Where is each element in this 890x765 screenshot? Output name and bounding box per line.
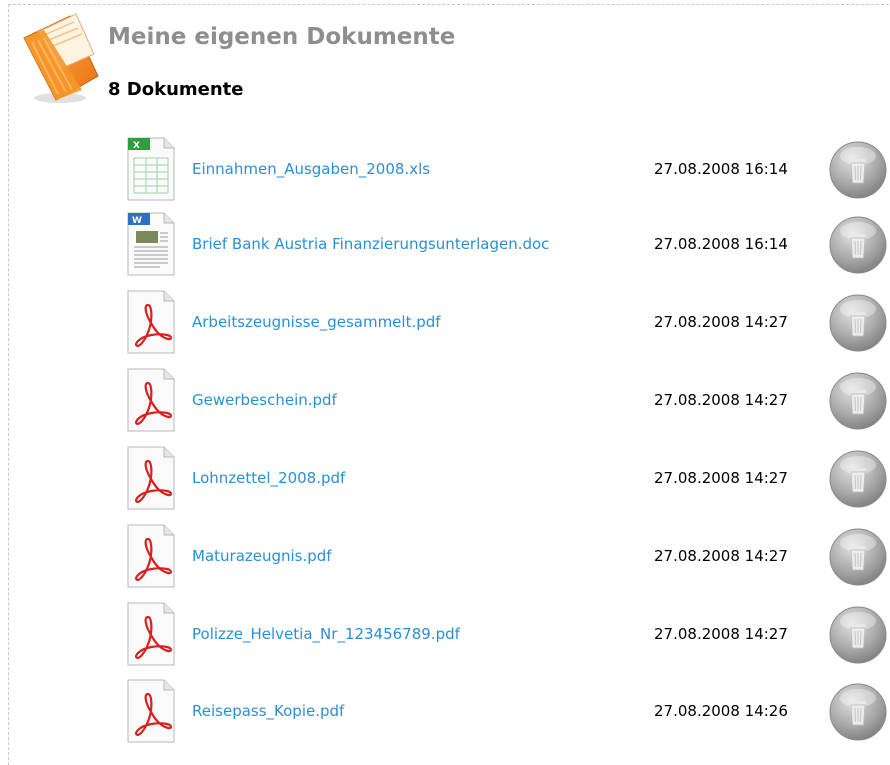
list-item: Lohnzettel_2008.pdf 27.08.2008 14:27 bbox=[0, 445, 890, 511]
list-item: Polizze_Helvetia_Nr_123456789.pdf 27.08.… bbox=[0, 601, 890, 667]
document-link[interactable]: Gewerbeschein.pdf bbox=[192, 391, 337, 409]
document-link[interactable]: Arbeitszeugnisse_gesammelt.pdf bbox=[192, 313, 441, 331]
document-link[interactable]: Reisepass_Kopie.pdf bbox=[192, 702, 344, 720]
delete-button[interactable] bbox=[828, 449, 888, 509]
document-link[interactable]: Maturazeugnis.pdf bbox=[192, 547, 332, 565]
document-date: 27.08.2008 14:27 bbox=[654, 391, 788, 409]
list-item: Maturazeugnis.pdf 27.08.2008 14:27 bbox=[0, 523, 890, 589]
list-item: Reisepass_Kopie.pdf 27.08.2008 14:26 bbox=[0, 678, 890, 744]
list-item: Arbeitszeugnisse_gesammelt.pdf 27.08.200… bbox=[0, 289, 890, 355]
delete-button[interactable] bbox=[828, 371, 888, 431]
document-link[interactable]: Lohnzettel_2008.pdf bbox=[192, 469, 345, 487]
pdf-file-icon bbox=[124, 289, 178, 355]
delete-button[interactable] bbox=[828, 682, 888, 742]
document-link[interactable]: Polizze_Helvetia_Nr_123456789.pdf bbox=[192, 625, 460, 643]
delete-button[interactable] bbox=[828, 605, 888, 665]
list-item: W Brief Bank Austria Finanzierungsunterl… bbox=[0, 211, 890, 277]
list-item: Gewerbeschein.pdf 27.08.2008 14:27 bbox=[0, 367, 890, 433]
svg-text:X: X bbox=[133, 141, 140, 151]
word-document-icon: W bbox=[127, 212, 175, 276]
document-date: 27.08.2008 14:27 bbox=[654, 547, 788, 565]
svg-text:W: W bbox=[132, 216, 142, 226]
list-item: X Einnahmen_Ausgaben_2008.xls 27.08.2008… bbox=[0, 136, 890, 202]
delete-button[interactable] bbox=[828, 215, 888, 275]
pdf-file-icon bbox=[124, 523, 178, 589]
pdf-file-icon bbox=[124, 678, 178, 744]
document-date: 27.08.2008 14:27 bbox=[654, 625, 788, 643]
document-date: 27.08.2008 14:27 bbox=[654, 469, 788, 487]
spreadsheet-file-icon: X bbox=[127, 137, 175, 201]
document-list: X Einnahmen_Ausgaben_2008.xls 27.08.2008… bbox=[0, 0, 890, 747]
document-date: 27.08.2008 16:14 bbox=[654, 160, 788, 178]
document-date: 27.08.2008 16:14 bbox=[654, 235, 788, 253]
delete-button[interactable] bbox=[828, 140, 888, 200]
pdf-file-icon bbox=[124, 445, 178, 511]
document-date: 27.08.2008 14:26 bbox=[654, 702, 788, 720]
document-link[interactable]: Einnahmen_Ausgaben_2008.xls bbox=[192, 160, 430, 178]
delete-button[interactable] bbox=[828, 293, 888, 353]
delete-button[interactable] bbox=[828, 527, 888, 587]
document-date: 27.08.2008 14:27 bbox=[654, 313, 788, 331]
pdf-file-icon bbox=[124, 601, 178, 667]
document-link[interactable]: Brief Bank Austria Finanzierungsunterlag… bbox=[192, 235, 549, 253]
pdf-file-icon bbox=[124, 367, 178, 433]
